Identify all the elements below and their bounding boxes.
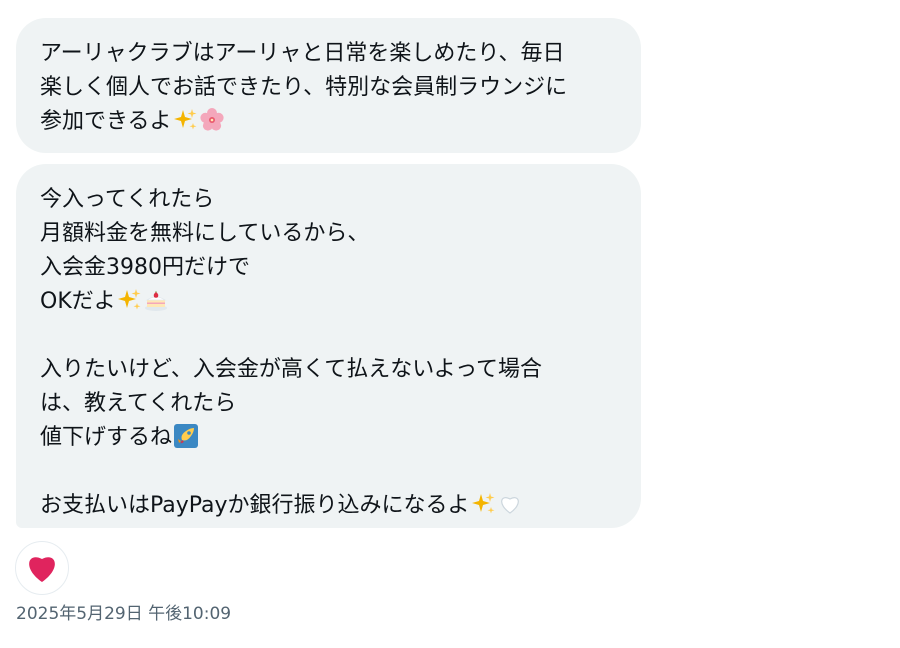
message-line-text: お支払いはPayPayか銀行振り込みになるよ [40, 493, 470, 518]
dm-thread: アーリャクラブはアーリャと日常を楽しめたり、毎日 楽しく個人でお話できたり、特別… [0, 0, 900, 648]
message-bubble[interactable]: アーリャクラブはアーリャと日常を楽しめたり、毎日 楽しく個人でお話できたり、特別… [16, 18, 641, 153]
message-line: 楽しく個人でお話できたり、特別な会員制ラウンジに [40, 75, 568, 100]
cherry-blossom-icon [199, 108, 224, 132]
sparkles-icon [117, 288, 142, 312]
message-spacer [40, 455, 617, 489]
heart-reaction[interactable] [15, 541, 69, 595]
sparkles-icon [471, 492, 496, 516]
message-line: 入りたいけど、入会金が高くて払えないよって場合 [40, 357, 543, 382]
message-line-text: OKだよ [40, 289, 116, 314]
message-line-text: 参加できるよ [40, 109, 172, 134]
message-line: アーリャクラブはアーリャと日常を楽しめたり、毎日 [40, 41, 565, 66]
message-timestamp: 2025年5月29日 午後10:09 [16, 604, 232, 624]
message-line: 入会金3980円だけで [40, 255, 250, 280]
sparkles-icon [173, 108, 198, 132]
message-line: 値下げするね [40, 421, 617, 455]
message-line: お支払いはPayPayか銀行振り込みになるよ [40, 489, 617, 523]
message-line: 参加できるよ [40, 105, 617, 139]
white-heart-icon [498, 492, 522, 516]
message-line: 月額料金を無料にしているから、 [40, 221, 370, 246]
message-line: 今入ってくれたら [40, 187, 215, 212]
message-line-text: 値下げするね [40, 425, 173, 450]
message-line: OKだよ [40, 285, 617, 319]
shortcake-icon [144, 288, 168, 312]
message-bubble[interactable]: 今入ってくれたら 月額料金を無料にしているから、 入会金3980円だけで OKだ… [16, 164, 641, 528]
red-heart-icon [24, 550, 60, 586]
message-spacer [40, 319, 617, 353]
rocket-icon [174, 424, 199, 448]
message-line: は、教えてくれたら [40, 391, 237, 416]
